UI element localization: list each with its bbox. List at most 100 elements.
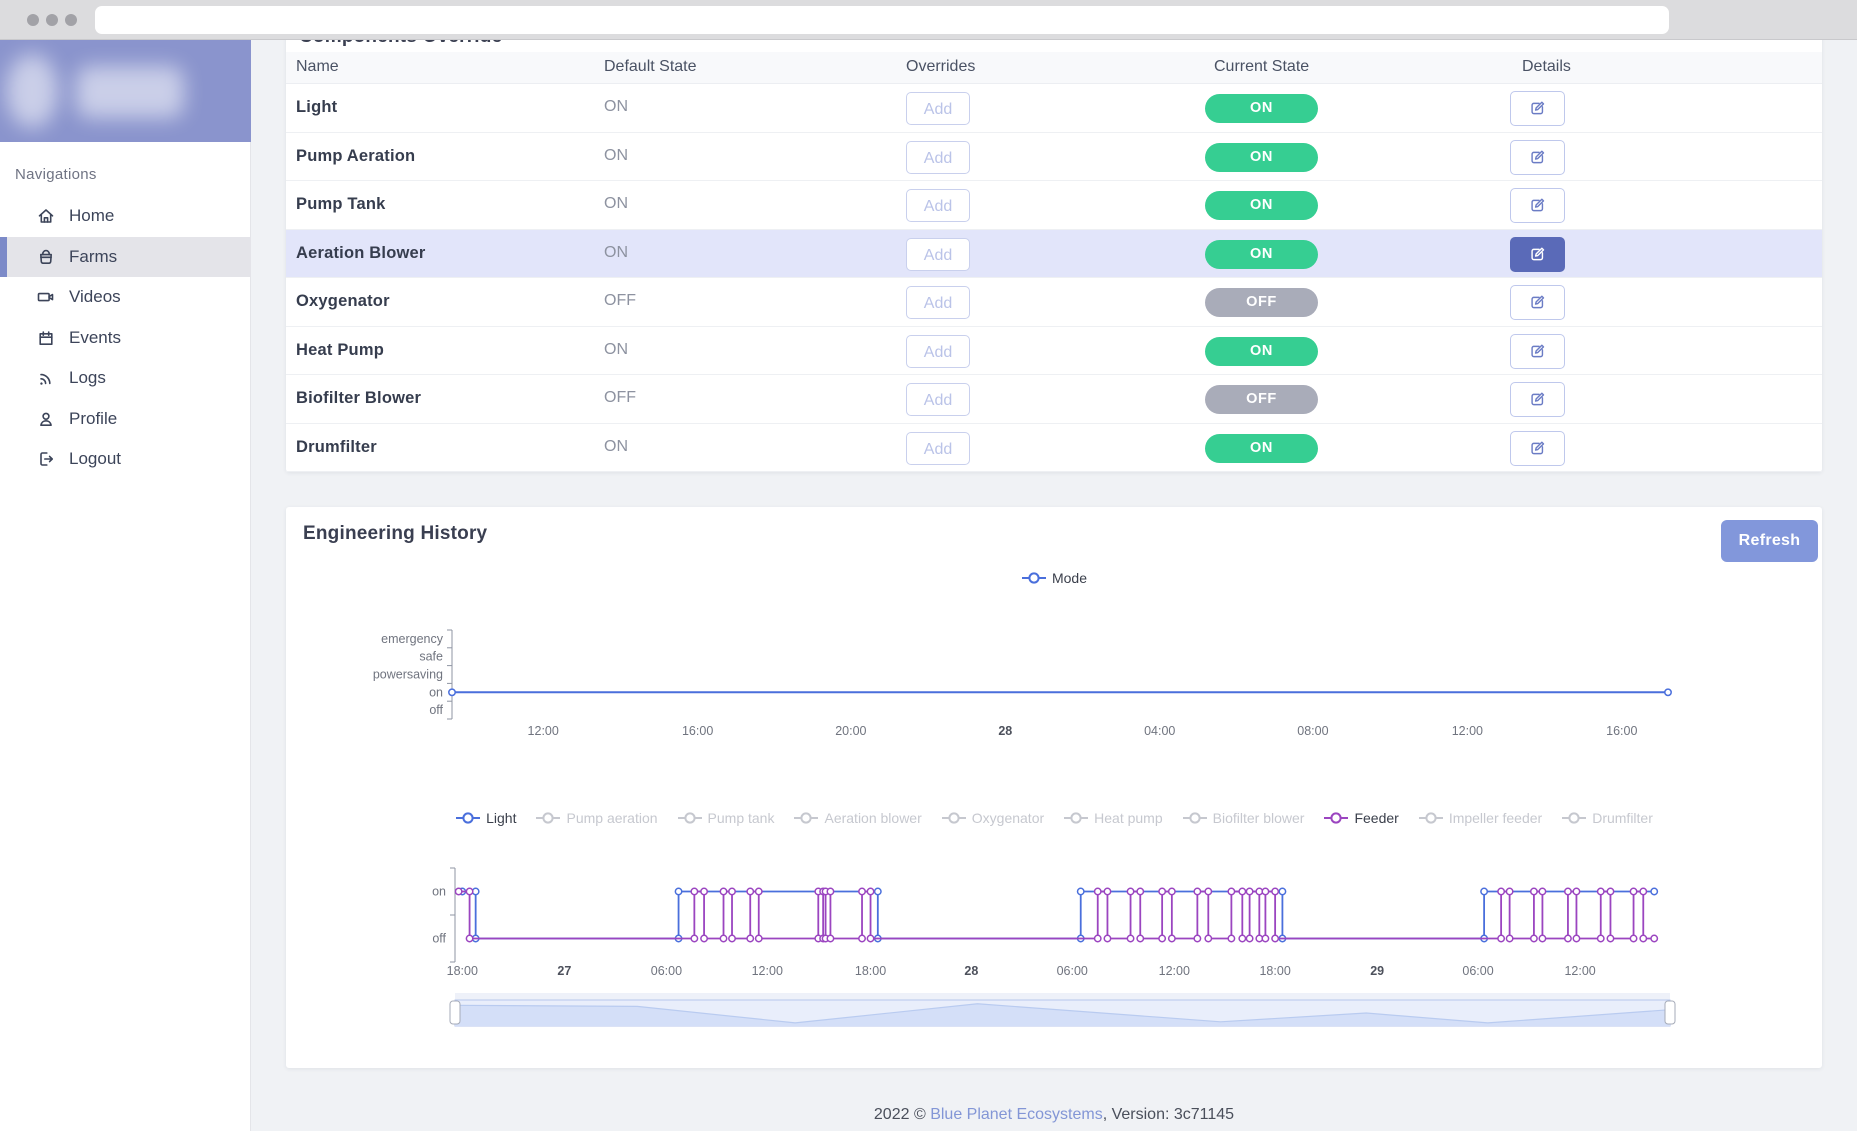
details-edit-button[interactable] xyxy=(1510,382,1565,417)
details-edit-button[interactable] xyxy=(1510,237,1565,272)
table-row[interactable]: Biofilter BlowerOFFAddOFF xyxy=(286,375,1822,424)
legend-label: Light xyxy=(486,810,516,826)
brush-handle-left[interactable] xyxy=(450,1001,460,1024)
app-logo xyxy=(0,40,251,142)
legend-item-aeration-blower[interactable]: Aeration blower xyxy=(793,810,921,826)
svg-text:on: on xyxy=(432,885,446,899)
edit-icon xyxy=(1528,99,1547,118)
legend-item-pump-aeration[interactable]: Pump aeration xyxy=(535,810,657,826)
sidebar-item-videos[interactable]: Videos xyxy=(0,277,251,318)
legend-item-pump-tank[interactable]: Pump tank xyxy=(677,810,775,826)
svg-text:20:00: 20:00 xyxy=(835,724,866,738)
svg-text:28: 28 xyxy=(964,964,978,978)
details-edit-button[interactable] xyxy=(1510,334,1565,369)
window-minimize-icon[interactable] xyxy=(46,14,58,26)
add-override-button[interactable]: Add xyxy=(906,335,970,368)
legend-marker-icon xyxy=(1182,811,1208,825)
legend-label: Pump aeration xyxy=(566,810,657,826)
brush-handle-right[interactable] xyxy=(1665,1001,1675,1024)
legend-marker-icon xyxy=(1418,811,1444,825)
svg-text:28: 28 xyxy=(998,724,1012,738)
add-override-button[interactable]: Add xyxy=(906,383,970,416)
legend-item-drumfilter[interactable]: Drumfilter xyxy=(1561,810,1653,826)
add-override-button[interactable]: Add xyxy=(906,92,970,125)
legend-item-light[interactable]: Light xyxy=(455,810,516,826)
component-name: Oxygenator xyxy=(296,292,390,311)
legend-label: Feeder xyxy=(1354,810,1398,826)
legend-label: Heat pump xyxy=(1094,810,1162,826)
sidebar-item-events[interactable]: Events xyxy=(0,318,251,359)
details-edit-button[interactable] xyxy=(1510,285,1565,320)
table-row[interactable]: OxygenatorOFFAddOFF xyxy=(286,278,1822,327)
legend-item-mode[interactable]: Mode xyxy=(1021,570,1087,586)
sidebar-item-label: Videos xyxy=(69,287,121,307)
svg-text:12:00: 12:00 xyxy=(528,724,559,738)
table-body: LightONAddONPump AerationONAddONPump Tan… xyxy=(286,84,1822,472)
legend-label: Drumfilter xyxy=(1592,810,1653,826)
logo-mark xyxy=(6,54,58,128)
svg-text:12:00: 12:00 xyxy=(1452,724,1483,738)
table-row[interactable]: Aeration BlowerONAddON xyxy=(286,230,1822,279)
sidebar-item-profile[interactable]: Profile xyxy=(0,399,251,440)
component-name: Heat Pump xyxy=(296,341,384,360)
add-override-button[interactable]: Add xyxy=(906,141,970,174)
details-edit-button[interactable] xyxy=(1510,91,1565,126)
col-overrides: Overrides xyxy=(906,58,975,76)
details-edit-button[interactable] xyxy=(1510,431,1565,466)
window-zoom-icon[interactable] xyxy=(65,14,77,26)
add-override-button[interactable]: Add xyxy=(906,189,970,222)
default-state-value: OFF xyxy=(604,389,636,407)
add-override-button[interactable]: Add xyxy=(906,238,970,271)
legend-item-feeder[interactable]: Feeder xyxy=(1323,810,1398,826)
logout-icon xyxy=(36,449,56,469)
refresh-button[interactable]: Refresh xyxy=(1721,520,1818,562)
sidebar-item-logout[interactable]: Logout xyxy=(0,439,251,480)
legend-item-impeller-feeder[interactable]: Impeller feeder xyxy=(1418,810,1542,826)
svg-text:off: off xyxy=(429,703,443,717)
mode-chart-legend: Mode xyxy=(286,570,1822,586)
current-state-badge: ON xyxy=(1205,143,1318,172)
svg-text:08:00: 08:00 xyxy=(1297,724,1328,738)
default-state-value: OFF xyxy=(604,292,636,310)
legend-label: Aeration blower xyxy=(824,810,921,826)
sidebar-item-home[interactable]: Home xyxy=(0,196,251,237)
table-row[interactable]: DrumfilterONAddON xyxy=(286,424,1822,473)
default-state-value: ON xyxy=(604,244,628,262)
legend-item-biofilter-blower[interactable]: Biofilter blower xyxy=(1182,810,1305,826)
current-state-badge: ON xyxy=(1205,94,1318,123)
sidebar-item-logs[interactable]: Logs xyxy=(0,358,251,399)
component-name: Aeration Blower xyxy=(296,244,426,263)
footer-version: , Version: 3c71145 xyxy=(1103,1106,1234,1123)
table-row[interactable]: Pump TankONAddON xyxy=(286,181,1822,230)
svg-text:29: 29 xyxy=(1370,964,1384,978)
details-edit-button[interactable] xyxy=(1510,140,1565,175)
col-current-state: Current State xyxy=(1214,58,1309,76)
add-override-button[interactable]: Add xyxy=(906,432,970,465)
legend-marker-icon xyxy=(535,811,561,825)
svg-text:safe: safe xyxy=(419,650,443,664)
legend-marker-icon xyxy=(677,811,703,825)
footer-company-link[interactable]: Blue Planet Ecosystems xyxy=(930,1106,1103,1123)
sidebar: Navigations HomeFarmsVideosEventsLogsPro… xyxy=(0,40,251,1131)
table-row[interactable]: Pump AerationONAddON xyxy=(286,133,1822,182)
default-state-value: ON xyxy=(604,195,628,213)
component-chart-legend: Light Pump aeration Pump tank Aeration blow… xyxy=(286,810,1822,826)
window-close-icon[interactable] xyxy=(27,14,39,26)
legend-marker-icon xyxy=(1021,571,1047,585)
component-name: Pump Aeration xyxy=(296,147,415,166)
datazoom-brush xyxy=(450,993,1675,1026)
component-chart: onoff18:002706:0012:0018:002806:0012:001… xyxy=(286,840,1822,1050)
add-override-button[interactable]: Add xyxy=(906,286,970,319)
sidebar-item-farms[interactable]: Farms xyxy=(0,237,251,278)
svg-text:16:00: 16:00 xyxy=(682,724,713,738)
table-row[interactable]: LightONAddON xyxy=(286,84,1822,133)
details-edit-button[interactable] xyxy=(1510,188,1565,223)
edit-icon xyxy=(1528,342,1547,361)
farm-icon xyxy=(36,247,56,267)
address-bar[interactable] xyxy=(95,6,1669,34)
component-name: Drumfilter xyxy=(296,438,377,457)
legend-item-oxygenator[interactable]: Oxygenator xyxy=(941,810,1044,826)
svg-text:18:00: 18:00 xyxy=(1259,964,1290,978)
legend-item-heat-pump[interactable]: Heat pump xyxy=(1063,810,1162,826)
table-row[interactable]: Heat PumpONAddON xyxy=(286,327,1822,376)
